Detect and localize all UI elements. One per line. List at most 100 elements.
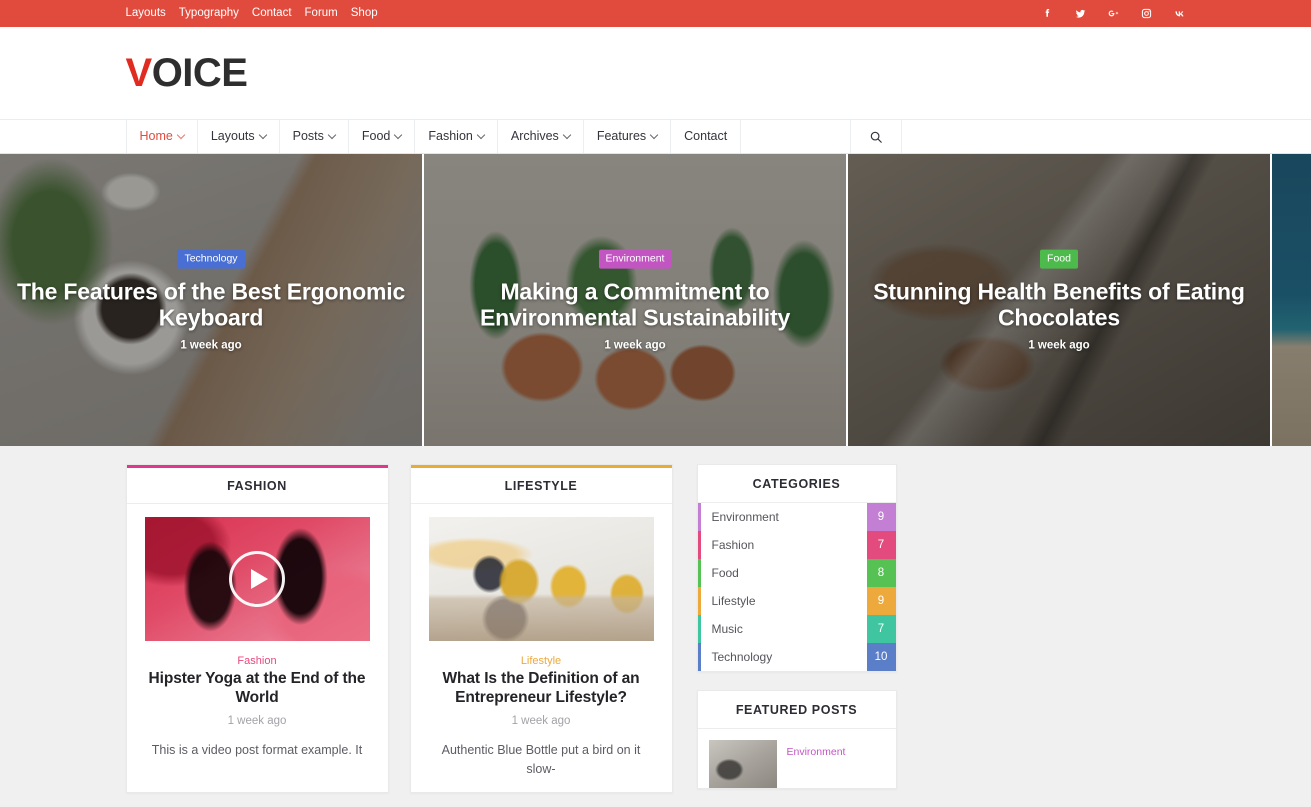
block-lifestyle-title: LIFESTYLE [504, 478, 578, 493]
top-link-3[interactable]: Forum [305, 7, 338, 20]
search-icon[interactable] [849, 120, 902, 153]
nav-item-contact[interactable]: Contact [671, 120, 742, 153]
lifestyle-post-thumbnail[interactable] [428, 517, 654, 641]
slide-3[interactable]: Food Stunning Health Benefits of Eating C… [848, 154, 1272, 446]
chevron-down-icon [394, 130, 403, 139]
social-links [1041, 7, 1186, 20]
slide-1[interactable]: Technology The Features of the Best Ergon… [0, 154, 424, 446]
instagram-icon[interactable] [1140, 7, 1153, 20]
slide-title[interactable]: Stunning Health Benefits of Eating Choco… [864, 278, 1254, 331]
site-logo[interactable]: V OICE [126, 53, 248, 93]
page-content: FASHION Fashion Hipster Yoga at the End … [125, 446, 1186, 807]
lifestyle-post-title[interactable]: What Is the Definition of an Entrepreneu… [429, 670, 654, 708]
block-fashion: FASHION Fashion Hipster Yoga at the End … [125, 464, 389, 794]
lifestyle-post-date: 1 week ago [511, 714, 571, 727]
nav-item-food[interactable]: Food [349, 120, 416, 153]
category-row[interactable]: Environment 9 [697, 503, 896, 531]
main-column: FASHION Fashion Hipster Yoga at the End … [125, 464, 673, 794]
slide-date: 1 week ago [180, 339, 242, 352]
category-name: Environment [711, 510, 779, 524]
lifestyle-post-category[interactable]: Lifestyle [429, 655, 654, 667]
block-lifestyle-header: LIFESTYLE [410, 465, 672, 504]
chevron-down-icon [327, 130, 337, 139]
featured-post-thumbnail[interactable] [708, 740, 777, 788]
slide-overlay [1272, 154, 1311, 446]
category-row[interactable]: Music 7 [697, 615, 896, 643]
slide-category-badge[interactable]: Food [1040, 249, 1078, 269]
featured-slider[interactable]: Technology The Features of the Best Ergon… [0, 154, 1311, 446]
header-logo-row: V OICE [0, 27, 1311, 119]
widget-featured-posts-title: FEATURED POSTS [735, 702, 858, 717]
nav-item-label: Home [139, 129, 173, 144]
fashion-post-category[interactable]: Fashion [145, 655, 370, 667]
slide-title[interactable]: Making a Commitment to Environmental Sus… [440, 278, 830, 331]
nav-item-fashion[interactable]: Fashion [415, 120, 498, 153]
category-name: Lifestyle [711, 594, 756, 608]
category-count-badge: 9 [866, 503, 896, 531]
category-name: Fashion [711, 538, 755, 552]
top-link-2[interactable]: Contact [252, 7, 292, 20]
fashion-post-thumbnail[interactable] [144, 517, 370, 641]
category-row[interactable]: Technology 10 [697, 643, 896, 671]
sidebar: CATEGORIES Environment 9 Fashion 7 Food 8 Life… [696, 464, 897, 807]
slide-title[interactable]: The Features of the Best Ergonomic Keybo… [16, 278, 406, 331]
nav-item-home[interactable]: Home [125, 120, 198, 153]
fashion-post-date: 1 week ago [227, 714, 287, 727]
block-fashion-header: FASHION [126, 465, 388, 504]
category-count-badge: 7 [866, 531, 896, 559]
category-row[interactable]: Fashion 7 [697, 531, 896, 559]
block-lifestyle: LIFESTYLE Lifestyle What Is the Definiti… [409, 464, 673, 794]
category-count-badge: 7 [866, 615, 896, 643]
main-navigation: Home Layouts Posts Food Fashion Archives Featu… [0, 119, 1311, 154]
facebook-icon[interactable] [1041, 7, 1054, 20]
chevron-down-icon [562, 130, 572, 139]
widget-categories: CATEGORIES Environment 9 Fashion 7 Food 8 Life… [696, 464, 897, 672]
block-fashion-title: FASHION [227, 478, 287, 493]
slide-caption: Technology The Features of the Best Ergon… [0, 249, 422, 352]
nav-item-layouts[interactable]: Layouts [198, 120, 280, 153]
top-link-1[interactable]: Typography [179, 7, 239, 20]
fashion-post-card: Fashion Hipster Yoga at the End of the W… [127, 504, 388, 760]
nav-item-archives[interactable]: Archives [498, 120, 584, 153]
nav-item-features[interactable]: Features [584, 120, 672, 153]
category-name: Technology [711, 650, 773, 664]
vk-icon[interactable] [1173, 7, 1186, 20]
widget-categories-title: CATEGORIES [752, 476, 841, 491]
widget-featured-posts-header: FEATURED POSTS [697, 691, 896, 729]
top-bar-links: Layouts Typography Contact Forum Shop [126, 7, 378, 20]
play-icon[interactable] [229, 551, 285, 607]
top-link-4[interactable]: Shop [351, 7, 378, 20]
category-row[interactable]: Lifestyle 9 [697, 587, 896, 615]
top-bar: Layouts Typography Contact Forum Shop [0, 0, 1311, 27]
nav-item-label: Food [361, 129, 391, 144]
featured-post-item[interactable]: Environment [698, 729, 896, 788]
slide-date: 1 week ago [1028, 339, 1090, 352]
main-menu: Home Layouts Posts Food Fashion Archives Featu… [125, 120, 742, 153]
twitter-icon[interactable] [1074, 7, 1087, 20]
category-count-badge: 10 [866, 643, 896, 671]
google-plus-icon[interactable] [1107, 7, 1120, 20]
slide-category-badge[interactable]: Environment [598, 249, 672, 269]
nav-item-posts[interactable]: Posts [280, 120, 349, 153]
featured-post-category[interactable]: Environment [787, 746, 846, 758]
category-name: Food [711, 566, 739, 580]
lifestyle-post-card: Lifestyle What Is the Definition of an E… [411, 504, 672, 780]
category-name: Music [711, 622, 743, 636]
nav-item-label: Fashion [428, 129, 473, 144]
slide-date: 1 week ago [604, 339, 666, 352]
chevron-down-icon [649, 130, 659, 139]
logo-first-letter: V [125, 51, 153, 95]
slide-2[interactable]: Environment Making a Commitment to Enviro… [424, 154, 848, 446]
slide-category-badge[interactable]: Technology [177, 249, 245, 269]
top-link-0[interactable]: Layouts [126, 7, 166, 20]
category-count-badge: 8 [866, 559, 896, 587]
slide-4[interactable] [1272, 154, 1311, 446]
fashion-post-title[interactable]: Hipster Yoga at the End of the World [145, 670, 370, 708]
category-list: Environment 9 Fashion 7 Food 8 Lifestyle 9 Music… [697, 503, 896, 671]
slide-caption: Food Stunning Health Benefits of Eating C… [848, 249, 1270, 352]
nav-item-label: Layouts [210, 129, 255, 144]
chevron-down-icon [476, 130, 486, 139]
chevron-down-icon [258, 130, 267, 139]
nav-item-label: Features [596, 129, 647, 144]
category-row[interactable]: Food 8 [697, 559, 896, 587]
